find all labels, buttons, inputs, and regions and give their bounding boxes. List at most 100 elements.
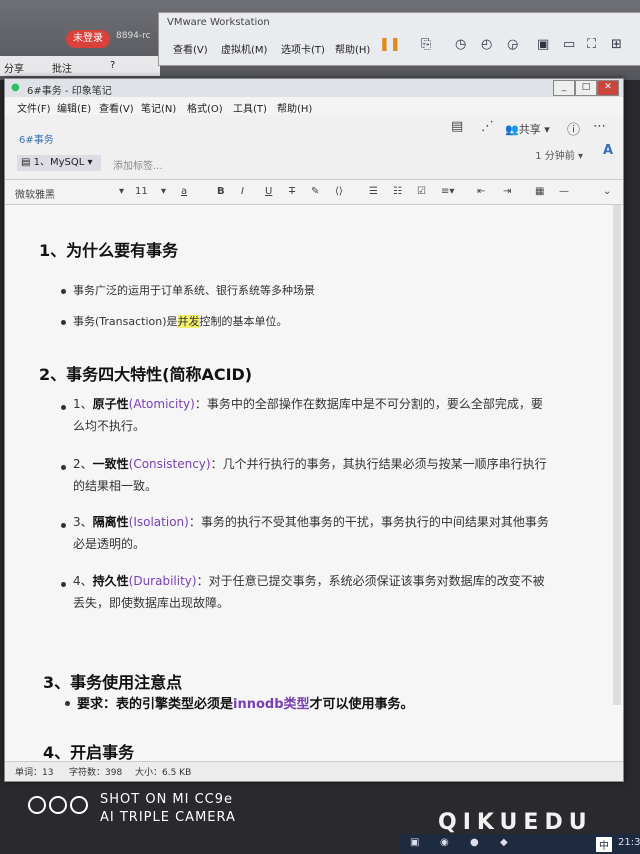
share-button[interactable]: 👥共享 ▾	[505, 121, 550, 137]
outdent-icon[interactable]: ⇤	[477, 186, 485, 197]
bold-button[interactable]: B	[217, 186, 225, 197]
acid-num: 4、	[73, 574, 93, 588]
menu-tools[interactable]: 工具(T)	[233, 100, 267, 115]
notebook-selector[interactable]: ▤ 1、MySQL ▾	[17, 155, 101, 171]
maximize-button[interactable]: □	[575, 80, 597, 96]
menu-view[interactable]: 查看(V)	[99, 100, 134, 115]
concurrency-highlight: 并发	[177, 315, 200, 328]
align-icon[interactable]: ≡▾	[441, 186, 454, 197]
acid-text-cont: 丢失，即使数据库出现故障。	[73, 596, 230, 610]
acid-text-cont: 么均不执行。	[73, 419, 146, 433]
menu-format[interactable]: 格式(O)	[187, 100, 223, 115]
acid-term: 一致性	[92, 457, 129, 471]
acid-num: 1、	[73, 397, 93, 411]
unity-icon[interactable]: ⊞	[611, 37, 622, 52]
table-icon[interactable]: ▦	[535, 186, 544, 197]
notebook-selector-label: 1、MySQL	[33, 157, 85, 168]
revert-icon[interactable]: ◴	[481, 37, 492, 52]
ime-indicator[interactable]: 中	[596, 837, 612, 852]
bullet-dot	[65, 701, 70, 706]
people-icon: 👥	[505, 123, 519, 136]
acid-text-cont: 的结果相一致。	[73, 479, 158, 493]
snapshot-icon[interactable]: ◷	[455, 37, 466, 52]
acid-isolation: 3、隔离性(Isolation)：事务的执行不受其他事务的干扰，事务执行的中间结…	[73, 511, 593, 555]
font-family-select[interactable]: 微软雅黑	[15, 186, 55, 201]
pause-icon[interactable]: ❚❚	[379, 37, 401, 52]
menu-help[interactable]: 帮助(H)	[277, 100, 312, 115]
note-toolbar-button[interactable]: 批注	[52, 60, 72, 75]
highlight-icon[interactable]: ✎	[311, 186, 319, 197]
acid-atomicity: 1、原子性(Atomicity)：事务中的全部操作在数据库中是不可分割的，要么全…	[73, 393, 593, 437]
bullet-usage: 事务广泛的运用于订单系统、银行系统等多种场景	[73, 284, 315, 297]
menu-note[interactable]: 笔记(N)	[141, 100, 176, 115]
camera-logo	[28, 796, 91, 818]
add-tag-input[interactable]: 添加标签...	[113, 157, 163, 172]
heading-4: 4、开启事务	[43, 743, 135, 761]
console-view-icon[interactable]: ▭	[563, 37, 575, 52]
close-button[interactable]: ✕	[597, 80, 619, 96]
saved-time[interactable]: 1 分钟前 ▾	[535, 147, 583, 162]
strikethrough-button[interactable]: T	[289, 186, 295, 197]
acid-consistency: 2、一致性(Consistency)：几个并行执行的事务，其执行结果必须与按某一…	[73, 453, 593, 497]
italic-button[interactable]: I	[241, 186, 244, 197]
info-icon[interactable]: ⓘ	[567, 119, 580, 138]
note-content[interactable]: 1、为什么要有事务 事务广泛的运用于订单系统、银行系统等多种场景 事务(Tran…	[5, 205, 623, 761]
numbered-list-icon[interactable]: ☷	[393, 186, 402, 197]
format-toolbar: 微软雅黑 ▾ 11 ▾ a B I U T ✎ ⟨⟩ ☰ ☷ ☑ ≡▾ ⇤ ⇥ …	[5, 179, 623, 205]
fullscreen-icon[interactable]: ⛶	[587, 37, 596, 52]
vmware-menu-help[interactable]: 帮助(H)	[335, 41, 370, 56]
app-logo-icon: ●	[11, 82, 20, 93]
login-button[interactable]: 未登录	[66, 30, 110, 48]
evernote-window: ● 6#事务 - 印象笔记 _ □ ✕ 文件(F) 编辑(E) 查看(V) 笔记…	[4, 78, 624, 782]
notebook-icon: ▤	[21, 157, 31, 168]
note-size: 大小：6.5 KB	[135, 768, 192, 778]
vmware-menu-vm[interactable]: 虚拟机(M)	[221, 41, 267, 56]
underline-button[interactable]: U	[265, 186, 272, 197]
acid-num: 2、	[73, 457, 93, 471]
notebook-title[interactable]: 6#事务	[19, 131, 54, 146]
help-toolbar-button[interactable]: ?	[110, 60, 115, 71]
text-color-button[interactable]: a	[181, 186, 187, 197]
code-icon[interactable]: ⟨⟩	[335, 186, 343, 197]
more-icon[interactable]: ⋯	[593, 119, 606, 134]
bullet-dot	[61, 523, 66, 528]
word-count: 单词：13	[15, 768, 54, 778]
menu-file[interactable]: 文件(F)	[17, 100, 51, 115]
taskbar: ▣ ◉ ● ◆ 中 21:3	[400, 834, 640, 854]
taskbar-app-icon[interactable]: ▣	[410, 837, 419, 848]
taskbar-clock[interactable]: 21:3	[618, 837, 640, 848]
window-titlebar: ● 6#事务 - 印象笔记 _ □ ✕	[5, 79, 623, 97]
vmware-menu-view[interactable]: 查看(V)	[173, 41, 208, 56]
menu-edit[interactable]: 编辑(E)	[57, 100, 91, 115]
checkbox-icon[interactable]: ☑	[417, 186, 426, 197]
share-label: 共享	[518, 123, 541, 136]
camera-watermark-line2: AI TRIPLE CAMERA	[100, 810, 236, 825]
taskbar-app-icon[interactable]: ●	[470, 837, 479, 848]
taskbar-app-icon[interactable]: ◆	[500, 837, 508, 848]
char-count: 字符数：398	[69, 768, 123, 778]
taskbar-app-icon[interactable]: ◉	[440, 837, 449, 848]
font-size-select[interactable]: 11	[135, 186, 148, 197]
send-keys-icon[interactable]: ⎘	[421, 37, 431, 52]
bullet-dot	[61, 465, 66, 470]
vmware-menu-tabs[interactable]: 选项卡(T)	[281, 41, 325, 56]
requirement-text-post: 才可以使用事务。	[309, 697, 414, 712]
font-family-dropdown-icon[interactable]: ▾	[119, 186, 124, 197]
bullet-list-icon[interactable]: ☰	[369, 186, 378, 197]
share-network-icon[interactable]: ⋰	[481, 119, 494, 134]
requirement-bullet: 要求：表的引擎类型必须是innodb类型才可以使用事务。	[77, 693, 414, 712]
minimize-button[interactable]: _	[553, 80, 575, 96]
font-a-icon[interactable]: A	[603, 143, 613, 158]
presentation-icon[interactable]: ▤	[451, 119, 463, 134]
expand-toolbar-icon[interactable]: ⌄	[603, 186, 611, 197]
horizontal-rule-icon[interactable]: —	[559, 186, 569, 197]
indent-icon[interactable]: ⇥	[503, 186, 511, 197]
acid-text-cont: 必是透明的。	[73, 537, 146, 551]
scrollbar[interactable]	[613, 205, 621, 705]
acid-text: ：对于任意已提交事务，系统必须保证该事务对数据库的改变不被	[196, 574, 545, 588]
font-size-dropdown-icon[interactable]: ▾	[161, 186, 166, 197]
manage-snapshot-icon[interactable]: ◶	[507, 37, 518, 52]
sidebar-toggle-icon[interactable]: ▣	[537, 37, 549, 52]
share-toolbar-button[interactable]: 分享	[4, 60, 24, 75]
acid-en: (Atomicity)	[128, 397, 195, 411]
